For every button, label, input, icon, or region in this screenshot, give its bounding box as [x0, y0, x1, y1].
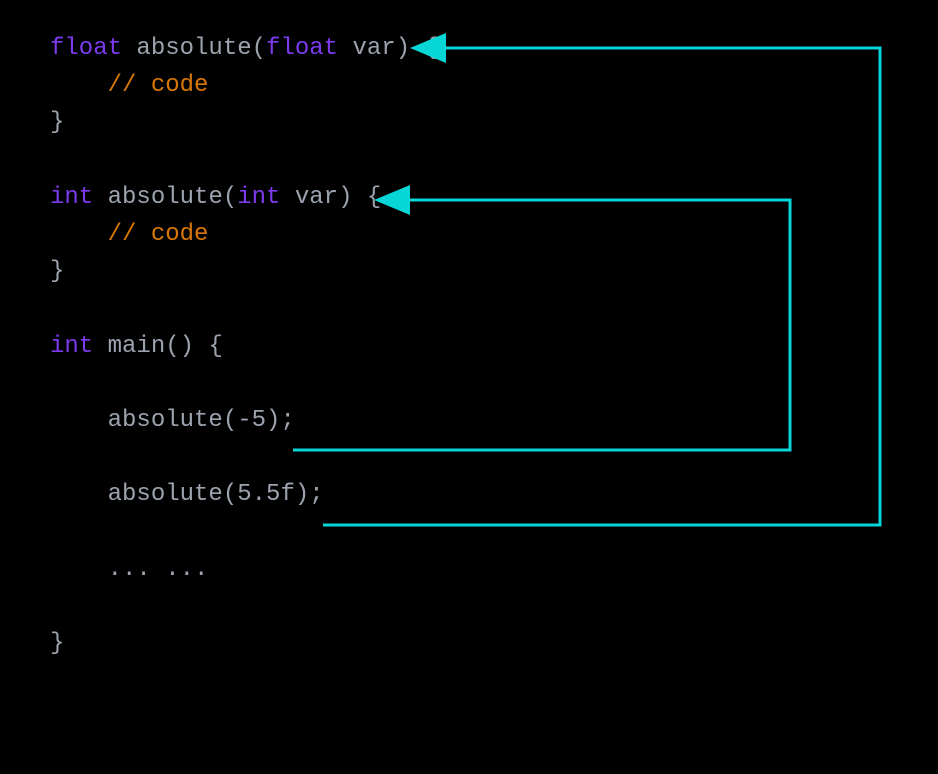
- keyword-int: int: [50, 333, 93, 360]
- func-name: absolute: [108, 184, 223, 211]
- blank-line: [50, 290, 439, 327]
- blank-line: [50, 588, 439, 625]
- blank-line: [50, 142, 439, 179]
- code-line-7: }: [50, 253, 439, 290]
- comment: // code: [108, 72, 209, 99]
- code-line-5: int absolute(int var) {: [50, 179, 439, 216]
- keyword-float: float: [266, 35, 338, 62]
- blank-line: [50, 439, 439, 476]
- func-name: absolute: [136, 35, 251, 62]
- call-absolute-float: absolute: [108, 481, 223, 508]
- code-line-15: ... ...: [50, 551, 439, 588]
- call-absolute-int: absolute: [108, 407, 223, 434]
- code-line-11: absolute(-5);: [50, 402, 439, 439]
- keyword-int: int: [237, 184, 280, 211]
- main-func: main: [108, 333, 166, 360]
- code-line-6: // code: [50, 216, 439, 253]
- code-line-13: absolute(5.5f);: [50, 476, 439, 513]
- code-line-2: // code: [50, 67, 439, 104]
- code-line-3: }: [50, 104, 439, 141]
- code-block: float absolute(float var) { // code } in…: [50, 30, 439, 662]
- keyword-int: int: [50, 184, 93, 211]
- code-line-1: float absolute(float var) {: [50, 30, 439, 67]
- comment: // code: [108, 221, 209, 248]
- code-line-9: int main() {: [50, 328, 439, 365]
- keyword-float: float: [50, 35, 122, 62]
- blank-line: [50, 513, 439, 550]
- blank-line: [50, 365, 439, 402]
- code-line-17: }: [50, 625, 439, 662]
- ellipsis: ... ...: [108, 556, 209, 583]
